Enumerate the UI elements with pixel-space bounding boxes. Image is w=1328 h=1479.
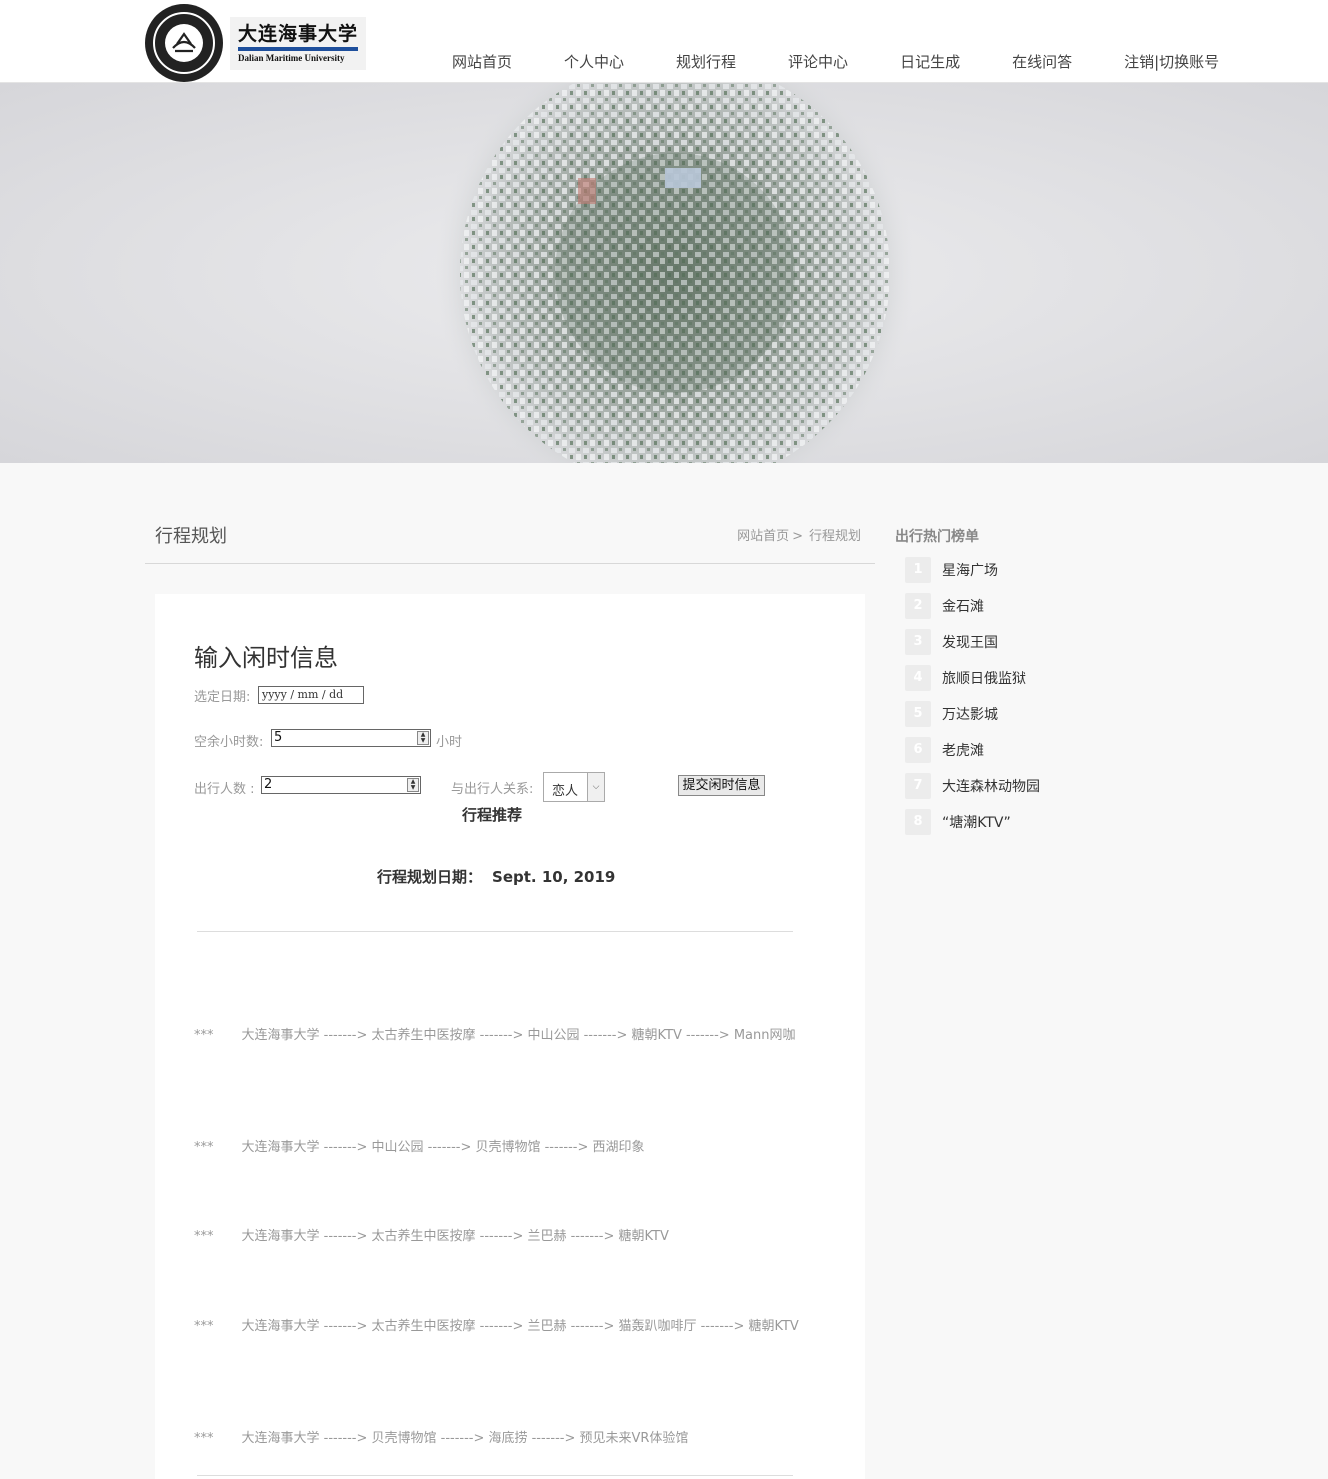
- route-text: 大连海事大学 -------> 太古养生中医按摩 -------> 中山公园 -…: [241, 1028, 796, 1043]
- relation-value: 恋人: [552, 784, 579, 799]
- rank-name: 金石滩: [942, 599, 984, 615]
- hot-list-item[interactable]: 2 金石滩: [905, 593, 984, 619]
- logo-cn-text: 大连海事大学: [238, 23, 359, 45]
- logo-bar: [238, 47, 358, 51]
- trip-plan-card: 输入闲时信息 选定日期: yyyy / mm / dd 空余小时数: 5 ▲ ▼ …: [155, 594, 865, 1479]
- nav-personal-center[interactable]: 个人中心: [564, 52, 624, 72]
- people-stepper[interactable]: 2 ▲ ▼: [261, 776, 421, 794]
- recommend-title: 行程推荐: [462, 806, 523, 824]
- breadcrumb-separator: >: [792, 529, 803, 544]
- university-name-logo[interactable]: 大连海事大学 Dalian Maritime University: [230, 17, 366, 70]
- route-rating: ***: [194, 1431, 214, 1446]
- people-value: 2: [264, 777, 273, 792]
- breadcrumb: 网站首页 > 行程规划: [737, 525, 864, 544]
- relation-label: 与出行人关系:: [451, 782, 534, 797]
- rank-number: 1: [905, 557, 931, 583]
- section-header: 行程规划 网站首页 > 行程规划: [145, 510, 875, 564]
- submit-button[interactable]: 提交闲时信息: [678, 775, 765, 796]
- rank-name: 星海广场: [942, 563, 998, 579]
- breadcrumb-current: 行程规划: [808, 529, 861, 544]
- date-label: 选定日期:: [194, 690, 251, 705]
- divider: [197, 1475, 793, 1476]
- date-input[interactable]: yyyy / mm / dd: [258, 686, 364, 704]
- route-item[interactable]: *** 大连海事大学 -------> 太古养生中医按摩 -------> 兰巴赫…: [194, 1226, 834, 1247]
- nav-online-qa[interactable]: 在线问答: [1012, 52, 1072, 72]
- people-label: 出行人数 :: [194, 782, 255, 797]
- plan-date: 行程规划日期： Sept. 10, 2019: [377, 866, 615, 887]
- relation-select[interactable]: 恋人 ⌵: [543, 772, 605, 802]
- rank-name: 大连森林动物园: [942, 779, 1040, 795]
- hot-list-item[interactable]: 6 老虎滩: [905, 737, 984, 763]
- hours-label: 空余小时数:: [194, 735, 264, 750]
- breadcrumb-home[interactable]: 网站首页: [737, 529, 789, 544]
- divider: [197, 931, 793, 932]
- hot-list-item[interactable]: 4 旅顺日俄监狱: [905, 665, 1026, 691]
- nav-comment-center[interactable]: 评论中心: [788, 52, 848, 72]
- rank-name: 发现王国: [942, 635, 998, 651]
- nav-diary-generate[interactable]: 日记生成: [900, 52, 960, 72]
- rank-number: 5: [905, 701, 931, 727]
- rank-number: 8: [905, 809, 931, 835]
- hours-value: 5: [274, 730, 283, 745]
- logo-en-text: Dalian Maritime University: [238, 53, 345, 63]
- route-text: 大连海事大学 -------> 太古养生中医按摩 -------> 兰巴赫 --…: [241, 1319, 799, 1334]
- nav-logout-switch[interactable]: 注销|切换账号: [1124, 52, 1219, 72]
- hot-list-item[interactable]: 1 星海广场: [905, 557, 998, 583]
- route-rating: ***: [194, 1229, 214, 1244]
- chevron-down-icon[interactable]: ⌵: [587, 773, 604, 801]
- route-item[interactable]: *** 大连海事大学 -------> 太古养生中医按摩 -------> 中山公…: [194, 1025, 834, 1046]
- main-nav: 网站首页 个人中心 规划行程 评论中心 日记生成 在线问答 注销|切换账号: [452, 52, 1271, 72]
- route-rating: ***: [194, 1140, 214, 1155]
- nav-plan-trip[interactable]: 规划行程: [676, 52, 736, 72]
- route-text: 大连海事大学 -------> 贝壳博物馆 -------> 海底捞 -----…: [241, 1431, 689, 1446]
- rank-number: 2: [905, 593, 931, 619]
- plan-date-value: Sept. 10, 2019: [492, 868, 616, 886]
- hot-list-item[interactable]: 3 发现王国: [905, 629, 998, 655]
- rank-number: 4: [905, 665, 931, 691]
- rank-number: 6: [905, 737, 931, 763]
- plan-date-label: 行程规划日期：: [377, 868, 483, 886]
- rank-name: 旅顺日俄监狱: [942, 671, 1026, 687]
- hot-list-item[interactable]: 5 万达影城: [905, 701, 998, 727]
- nav-home[interactable]: 网站首页: [452, 52, 512, 72]
- city-globe-image: [435, 83, 915, 463]
- rank-number: 7: [905, 773, 931, 799]
- rank-name: 万达影城: [942, 707, 998, 723]
- form-title: 输入闲时信息: [194, 644, 338, 672]
- rank-number: 3: [905, 629, 931, 655]
- route-item[interactable]: *** 大连海事大学 -------> 中山公园 -------> 贝壳博物馆 -…: [194, 1137, 834, 1158]
- hero-banner: [0, 83, 1328, 463]
- route-item[interactable]: *** 大连海事大学 -------> 太古养生中医按摩 -------> 兰巴赫…: [194, 1316, 834, 1337]
- route-text: 大连海事大学 -------> 太古养生中医按摩 -------> 兰巴赫 --…: [241, 1229, 669, 1244]
- route-item[interactable]: *** 大连海事大学 -------> 贝壳博物馆 -------> 海底捞 --…: [194, 1428, 834, 1449]
- rank-name: 老虎滩: [942, 743, 984, 759]
- hours-unit: 小时: [436, 735, 463, 750]
- hot-list-item[interactable]: 8 “塘潮KTV”: [905, 809, 1011, 835]
- stepper-arrows-icon[interactable]: ▲ ▼: [417, 731, 429, 745]
- hot-list-item[interactable]: 7 大连森林动物园: [905, 773, 1040, 799]
- hot-list-title: 出行热门榜单: [895, 529, 979, 545]
- rank-name: “塘潮KTV”: [942, 815, 1011, 831]
- hours-stepper[interactable]: 5 ▲ ▼: [271, 729, 431, 747]
- page-title: 行程规划: [155, 526, 227, 547]
- route-rating: ***: [194, 1028, 214, 1043]
- route-rating: ***: [194, 1319, 214, 1334]
- stepper-arrows-icon[interactable]: ▲ ▼: [407, 778, 419, 792]
- site-header: 大连海事大学 Dalian Maritime University 网站首页 个…: [0, 0, 1328, 83]
- university-seal-logo[interactable]: [145, 4, 223, 82]
- route-text: 大连海事大学 -------> 中山公园 -------> 贝壳博物馆 ----…: [241, 1140, 645, 1155]
